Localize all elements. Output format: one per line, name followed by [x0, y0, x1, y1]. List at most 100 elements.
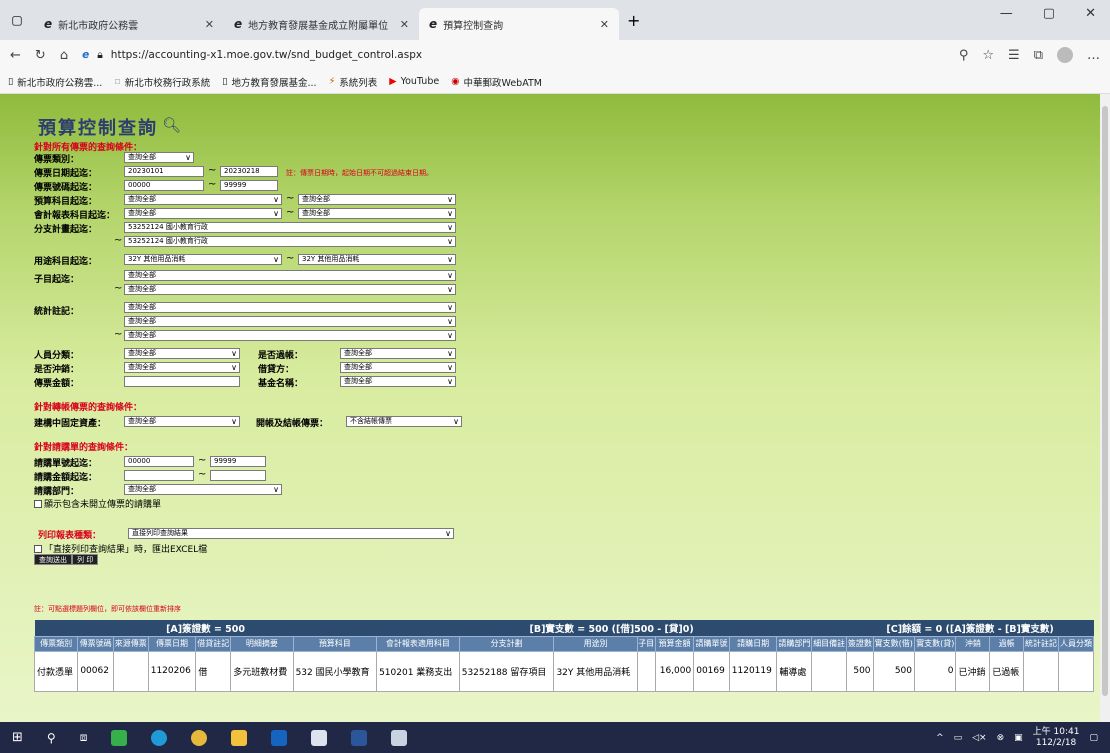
column-header[interactable]: 預算科目 [292, 635, 378, 652]
print-button[interactable]: 列 印 [72, 554, 99, 565]
column-header[interactable]: 預算金額 [654, 635, 695, 652]
bookmark-item[interactable]: ▶ YouTube [389, 76, 439, 87]
column-header[interactable]: 人員分類 [1057, 635, 1095, 652]
windows-start-icon[interactable]: ⊞ [12, 730, 23, 745]
budget-to-select[interactable]: 查詢全部 [298, 194, 456, 205]
restore-icon[interactable]: ▢ [1043, 6, 1055, 21]
column-header[interactable]: 會計報表適用科目 [376, 635, 460, 652]
is-offset-select[interactable]: 查詢全部 [124, 362, 240, 373]
back-icon[interactable]: ← [10, 48, 21, 63]
column-header[interactable]: 明細摘要 [230, 635, 294, 652]
column-header[interactable]: 實支數(貸) [913, 635, 957, 652]
column-header[interactable]: 傳票類別 [33, 635, 79, 652]
acct-to-select[interactable]: 查詢全部 [298, 208, 456, 219]
url-field[interactable]: e 🔒︎ https://accounting-x1.moe.gov.tw/snd_… [82, 49, 945, 62]
column-header[interactable]: 借貸註記 [195, 635, 232, 652]
column-header[interactable]: 細目備註 [811, 635, 848, 652]
no-from-input[interactable]: 00000 [124, 180, 204, 191]
column-header[interactable]: 簽證數 [846, 635, 874, 652]
bookmark-item[interactable]: ▯ 地方教育發展基金... [222, 75, 316, 89]
usage-from-select[interactable]: 32Y 其他用品消耗 [124, 254, 282, 265]
report-type-select[interactable]: 直接列印查詢結果 [128, 528, 454, 539]
excel-checkbox[interactable] [34, 544, 42, 553]
browser-tab-2[interactable]: e 地方教育發展基金成立附屬單位 ✕ [224, 8, 419, 40]
date-from-input[interactable]: 20230101 [124, 166, 204, 177]
fund-name-select[interactable]: 查詢全部 [340, 376, 456, 387]
new-tab-icon[interactable]: + [619, 11, 640, 30]
column-header[interactable]: 請購部門 [776, 635, 813, 652]
tab-actions-icon[interactable]: ▢ [0, 13, 34, 27]
budget-from-select[interactable]: 查詢全部 [124, 194, 282, 205]
req-dept-select[interactable]: 查詢全部 [124, 484, 282, 495]
bookmark-item[interactable]: ⚡ 系統列表 [329, 75, 378, 89]
tray-app-icon[interactable]: ⊗ [997, 733, 1005, 743]
stat-mid-select[interactable]: 查詢全部 [124, 316, 456, 327]
app-icon-1[interactable] [111, 729, 128, 746]
vertical-scrollbar[interactable] [1100, 94, 1110, 722]
scroll-thumb[interactable] [1102, 106, 1108, 696]
acct-from-select[interactable]: 查詢全部 [124, 208, 282, 219]
column-header[interactable]: 沖銷 [955, 635, 991, 652]
column-header[interactable]: 分支計劃 [458, 635, 555, 652]
stat-from-select[interactable]: 查詢全部 [124, 302, 456, 313]
close-tab-icon[interactable]: ✕ [600, 18, 609, 31]
req-no-to-input[interactable]: 99999 [210, 456, 266, 467]
more-icon[interactable]: … [1087, 48, 1100, 63]
branch-to-select[interactable]: 53252124 國小教育行政 [124, 236, 456, 247]
column-header[interactable]: 實支數(借) [872, 635, 916, 652]
no-to-input[interactable]: 99999 [220, 180, 278, 191]
unissued-checkbox-row[interactable]: 顯示包含未開立傳票的請購單 [34, 497, 161, 510]
close-tab-icon[interactable]: ✕ [205, 18, 214, 31]
date-to-input[interactable]: 20230218 [220, 166, 278, 177]
outlook-icon[interactable] [271, 729, 288, 746]
column-header[interactable]: 請購單號 [693, 635, 730, 652]
query-button[interactable]: 查詢送出 [34, 554, 72, 565]
column-header[interactable]: 傳票號碼 [77, 635, 114, 652]
favorites-list-icon[interactable]: ☰ [1008, 48, 1020, 63]
branch-from-select[interactable]: 53252124 國小教育行政 [124, 222, 456, 233]
bookmark-item[interactable]: ▫ 新北市校務行政系統 [114, 75, 210, 89]
fixed-asset-select[interactable]: 查詢全部 [124, 416, 240, 427]
profile-avatar[interactable] [1057, 47, 1073, 63]
word-icon[interactable] [351, 729, 368, 746]
open-close-select[interactable]: 不含結帳傳票 [346, 416, 462, 427]
column-header[interactable]: 用途別 [553, 635, 638, 652]
column-header[interactable]: 請購日期 [728, 635, 778, 652]
column-header[interactable]: 傳票日期 [147, 635, 197, 652]
req-amt-from-input[interactable] [124, 470, 194, 481]
person-cat-select[interactable]: 查詢全部 [124, 348, 240, 359]
req-no-from-input[interactable]: 00000 [124, 456, 194, 467]
task-view-icon[interactable]: ⧈ [80, 730, 88, 745]
unissued-checkbox[interactable] [34, 499, 42, 508]
bookmark-item[interactable]: ◉ 中華郵政WebATM [451, 75, 542, 89]
volume-icon[interactable]: ◁× [972, 733, 986, 743]
mail-icon[interactable] [311, 729, 328, 746]
photos-icon[interactable] [391, 729, 408, 746]
folder-icon[interactable] [231, 729, 248, 746]
network-icon[interactable]: ▭ [954, 733, 963, 743]
column-header[interactable]: 來源傳票 [112, 635, 149, 652]
voucher-amt-input[interactable] [124, 376, 240, 387]
req-amt-to-input[interactable] [210, 470, 266, 481]
tray-chevron-icon[interactable]: ^ [936, 733, 944, 743]
refresh-icon[interactable]: ↻ [35, 48, 46, 63]
notification-icon[interactable]: ▢ [1089, 733, 1098, 743]
sub-to-select[interactable]: 查詢全部 [124, 284, 456, 295]
bookmark-item[interactable]: ▯ 新北市政府公務雲... [8, 75, 102, 89]
search-icon[interactable]: ⚲ [47, 731, 56, 745]
stat-to-select[interactable]: 查詢全部 [124, 330, 456, 341]
column-header[interactable]: 過帳 [989, 635, 1025, 652]
column-header[interactable]: 統計註記 [1023, 635, 1059, 652]
close-window-icon[interactable]: ✕ [1085, 6, 1096, 21]
column-header[interactable]: 子目 [636, 635, 656, 652]
collections-icon[interactable]: ⧉ [1034, 48, 1043, 63]
browser-tab-1[interactable]: e 新北市政府公務雲 ✕ [34, 8, 224, 40]
keyboard-icon[interactable]: ▣ [1014, 733, 1023, 743]
edge-icon[interactable] [151, 729, 168, 746]
minimize-icon[interactable]: — [1000, 6, 1013, 21]
voucher-type-select[interactable]: 查詢全部 [124, 152, 194, 163]
home-icon[interactable]: ⌂ [60, 48, 68, 63]
clock[interactable]: 上午 10:41 112/2/18 [1033, 727, 1080, 749]
browser-tab-3[interactable]: e 預算控制查詢 ✕ [419, 8, 619, 40]
sub-from-select[interactable]: 查詢全部 [124, 270, 456, 281]
